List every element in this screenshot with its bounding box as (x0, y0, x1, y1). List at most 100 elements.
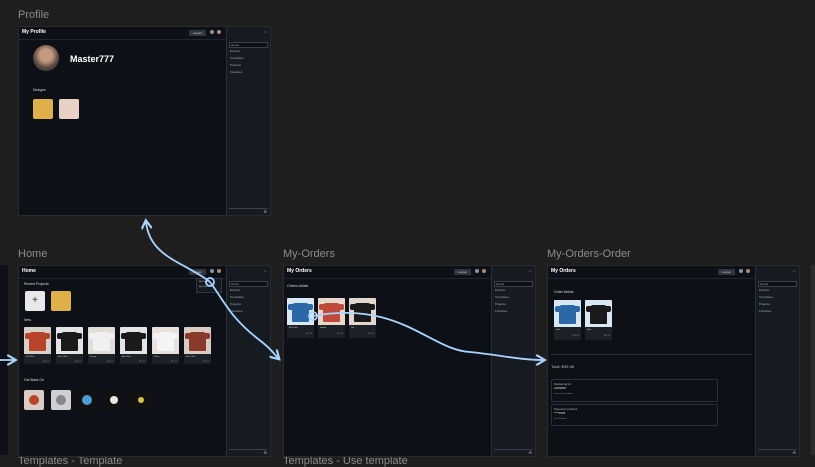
frame-order-detail: My Orders Logout Order Artists Shirt $29… (547, 265, 800, 457)
sidebar-item-projects[interactable]: Projects (494, 302, 531, 306)
recent-project-thumb[interactable] (51, 291, 71, 311)
order-item-name: Shirt (556, 329, 561, 331)
get-back-on-label: Get Back On (24, 378, 45, 382)
delivery-value: A009656 (554, 386, 567, 390)
settings-icon[interactable]: ⚙ (792, 450, 796, 455)
profile-username: Master777 (70, 54, 115, 64)
frame-home: Home Logout My Profile My Orders Recent … (18, 265, 271, 457)
avatar[interactable] (217, 30, 221, 34)
order-item-name: Tee (351, 327, 355, 329)
home-header: Home Logout (19, 266, 226, 279)
profile-avatar[interactable] (33, 45, 59, 71)
sidebar-item-favorites[interactable]: Favorites (758, 309, 795, 313)
sidebar-item-home[interactable]: Home (758, 281, 797, 287)
gear-icon[interactable] (475, 269, 479, 273)
sidebar-item-home[interactable]: Home (229, 42, 268, 48)
settings-icon[interactable]: ⚙ (263, 450, 267, 455)
product-card[interactable]: Red Shirt $18.99 (24, 327, 51, 364)
sidebar-item-favorites[interactable]: Favorites (494, 309, 531, 313)
gear-icon[interactable] (739, 269, 743, 273)
sidebar: ⇔ Home Explore Templates Projects Favori… (226, 266, 270, 456)
frame-title-profile[interactable]: Profile (18, 9, 49, 21)
frame-orders: My Orders Logout Orders Artists Blue Shi… (283, 265, 536, 457)
product-name: Basic Shirt (186, 356, 196, 358)
sidebar-item-projects[interactable]: Projects (229, 63, 266, 67)
avatar[interactable] (482, 269, 486, 273)
avatar[interactable] (217, 269, 221, 273)
filter-icon[interactable]: ⇔ (528, 268, 532, 273)
sidebar-item-templates[interactable]: Templates (758, 295, 795, 299)
dropdown-item-orders[interactable]: My Orders (199, 286, 208, 288)
history-thumb[interactable] (131, 390, 151, 410)
history-thumb[interactable] (77, 390, 97, 410)
sidebar-divider (758, 449, 797, 450)
product-price: $19.99 (202, 361, 209, 363)
settings-icon[interactable]: ⚙ (528, 450, 532, 455)
history-thumb[interactable] (104, 390, 124, 410)
sidebar-divider (229, 449, 268, 450)
dropdown-item-profile[interactable]: My Profile (199, 281, 208, 283)
gear-icon[interactable] (210, 269, 214, 273)
avatar[interactable] (746, 269, 750, 273)
order-card[interactable]: Blue Shirt $29.99 (287, 298, 314, 338)
profile-dropdown: My Profile My Orders (196, 278, 222, 293)
order-card[interactable]: Shirt $29.99 (554, 300, 581, 340)
orders-header: My Orders Logout (284, 266, 491, 279)
history-thumb[interactable] (24, 390, 44, 410)
delivery-box: Delivering to: A009656 Lorem ipsum addre… (551, 379, 718, 402)
product-card[interactable]: Pirate $17.99 (152, 327, 179, 364)
product-card[interactable]: Aero Shirt $15.99 (120, 327, 147, 364)
sidebar-item-templates[interactable]: Templates (494, 295, 531, 299)
sidebar-item-explore[interactable]: Explore (229, 49, 266, 53)
sidebar-item-home[interactable]: Home (494, 281, 533, 287)
frame-title-order[interactable]: My-Orders-Order (547, 248, 631, 260)
settings-icon[interactable]: ⚙ (263, 209, 267, 214)
product-card[interactable]: Jersey $14.99 (88, 327, 115, 364)
sidebar-item-favorites[interactable]: Favorites (229, 70, 266, 74)
sidebar-item-templates[interactable]: Templates (229, 295, 266, 299)
sidebar-item-explore[interactable]: Explore (758, 288, 795, 292)
product-name: Aero Shirt (122, 356, 131, 358)
product-name: Jersey (90, 356, 96, 358)
order-card[interactable]: Shirt $24.99 (585, 300, 612, 340)
sidebar-item-templates[interactable]: Templates (229, 56, 266, 60)
logout-button[interactable]: Logout (188, 30, 206, 36)
page-title: My Orders (551, 268, 576, 274)
order-item-name: Blue Shirt (289, 327, 298, 329)
order-card[interactable]: Tee $19.99 (349, 298, 376, 338)
product-card[interactable]: Basic Shirt $19.99 (184, 327, 211, 364)
filter-icon[interactable]: ⇔ (792, 268, 796, 273)
product-card[interactable]: Black Shirt $16.99 (56, 327, 83, 364)
sidebar: ⇔ Home Explore Templates Projects Favori… (755, 266, 799, 456)
product-price: $15.99 (138, 361, 145, 363)
history-thumb[interactable] (51, 390, 71, 410)
sidebar-divider (494, 449, 533, 450)
order-item-name: Hoodie (320, 327, 327, 329)
logout-button[interactable]: Logout (188, 269, 206, 275)
logout-button[interactable]: Logout (453, 269, 471, 275)
product-name: Pirate (154, 356, 160, 358)
frame-title-orders[interactable]: My-Orders (283, 248, 335, 260)
filter-icon[interactable]: ⇔ (263, 268, 267, 273)
gear-icon[interactable] (210, 30, 214, 34)
filter-icon[interactable]: ⇔ (263, 29, 267, 34)
sidebar-item-explore[interactable]: Explore (494, 288, 531, 292)
sidebar-item-explore[interactable]: Explore (229, 288, 266, 292)
sidebar-item-home[interactable]: Home (229, 281, 268, 287)
sidebar-item-projects[interactable]: Projects (229, 302, 266, 306)
frame-partial-right (811, 265, 815, 455)
delivery-sub: Lorem ipsum address (554, 393, 574, 395)
order-item-price: $29.99 (572, 335, 579, 337)
design-thumb[interactable] (33, 99, 53, 119)
recent-projects-label: Recent Projects (24, 282, 49, 286)
design-thumb[interactable] (59, 99, 79, 119)
product-price: $17.99 (170, 361, 177, 363)
frame-title-home[interactable]: Home (18, 248, 47, 260)
sidebar-item-projects[interactable]: Projects (758, 302, 795, 306)
orders-section-label: Orders Artists (287, 284, 309, 288)
frame-partial-left (0, 265, 8, 455)
order-card[interactable]: Hoodie $18.99 (318, 298, 345, 338)
add-project-button[interactable]: + (25, 291, 45, 311)
logout-button[interactable]: Logout (717, 269, 735, 275)
sidebar-item-favorites[interactable]: Favorites (229, 309, 266, 313)
